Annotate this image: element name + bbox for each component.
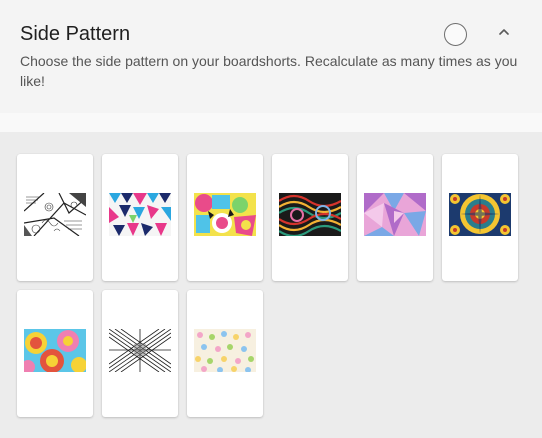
pattern-card-psychedelic-swirl[interactable] <box>272 154 348 281</box>
pattern-card-mono-weave[interactable] <box>102 290 178 417</box>
pattern-card-pop-collage[interactable] <box>187 154 263 281</box>
side-pattern-panel: Side Pattern Choose the side pattern on … <box>0 0 542 438</box>
pattern-thumbnail <box>279 193 341 236</box>
pattern-card-geometric-triangles[interactable] <box>102 154 178 281</box>
section-title: Side Pattern <box>20 23 131 45</box>
collapse-button[interactable] <box>494 22 514 42</box>
pattern-card-zentangle-mono[interactable] <box>17 154 93 281</box>
pattern-thumbnail <box>194 329 256 372</box>
section-description: Choose the side pattern on your boardsho… <box>20 53 518 89</box>
pattern-card-mandala-kaleidoscope[interactable] <box>442 154 518 281</box>
pattern-card-rainbow-floral[interactable] <box>17 290 93 417</box>
pattern-thumbnail <box>24 329 86 372</box>
pattern-thumbnail <box>109 329 171 372</box>
panel-header: Side Pattern Choose the side pattern on … <box>0 0 542 113</box>
pattern-card-pastel-triangles[interactable] <box>357 154 433 281</box>
pattern-thumbnail <box>109 193 171 236</box>
pattern-card-pastel-floral-dots[interactable] <box>187 290 263 417</box>
header-divider <box>0 113 542 132</box>
pattern-thumbnail <box>194 193 256 236</box>
chevron-up-icon <box>499 29 509 35</box>
empty-circle-icon <box>444 23 467 46</box>
pattern-thumbnail <box>364 193 426 236</box>
pattern-thumbnail <box>449 193 511 236</box>
pattern-thumbnail <box>24 193 86 236</box>
